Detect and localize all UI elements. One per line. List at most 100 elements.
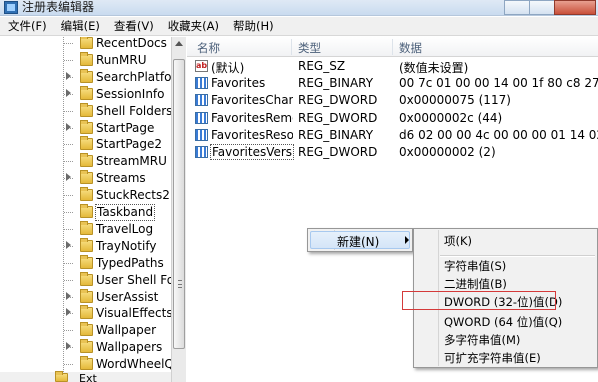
tree-connector [64, 262, 73, 264]
folder-icon [80, 305, 93, 320]
menu-edit[interactable]: 编辑(E) [53, 17, 106, 35]
tree-item[interactable]: Wallpaper [0, 322, 185, 339]
value-row[interactable]: FavoritesResol... REG_BINARY d6 02 00 00 4… [187, 127, 598, 144]
tree-item-label: Streams [96, 171, 146, 186]
tree-item-label: StuckRects2 [96, 188, 170, 203]
scroll-thumb[interactable] [173, 59, 185, 349]
value-data: d6 02 00 00 4c 00 00 00 01 14 02 00 00 0… [399, 127, 598, 142]
submenu-item-key[interactable]: 项(K) [444, 232, 472, 250]
tree-connector [64, 110, 73, 112]
submenu-item-qword[interactable]: QWORD (64 位)值(Q) [444, 313, 562, 331]
tree-item[interactable]: StartPage2 [0, 136, 185, 153]
column-header-data[interactable]: 数据 [399, 40, 422, 56]
maximize-button[interactable] [529, 0, 555, 15]
submenu-item-multi-string[interactable]: 多字符串值(M) [444, 331, 520, 349]
submenu-item-expandable-string[interactable]: 可扩充字符串值(E) [444, 349, 541, 367]
folder-icon [80, 237, 93, 252]
tree-item[interactable]: Taskband [0, 204, 185, 221]
tree-item[interactable]: UserAssist [0, 288, 185, 306]
tree-item[interactable]: TypedPaths [0, 254, 185, 272]
tree-connector [64, 364, 73, 366]
menu-favorites[interactable]: 收藏夹(A) [160, 17, 225, 35]
value-row[interactable]: FavoritesRemo... REG_DWORD 0x0000002c (44) [187, 110, 598, 127]
value-name: FavoritesResol... [211, 127, 293, 142]
value-row[interactable]: Favorites REG_BINARY 00 7c 01 00 00 14 00 … [187, 75, 598, 92]
expand-arrow-icon[interactable] [66, 122, 71, 131]
tree-connector [64, 279, 73, 281]
tree-item[interactable]: Shell Folders [0, 102, 185, 120]
tree-item-label: VisualEffects [96, 306, 173, 321]
expand-arrow-icon[interactable] [66, 71, 71, 80]
value-data: 0x0000002c (44) [399, 110, 503, 125]
expand-arrow-icon[interactable] [66, 88, 71, 97]
scroll-up-arrow-icon[interactable] [175, 41, 183, 46]
tree-connector [64, 195, 73, 197]
tree-item[interactable]: TrayNotify [0, 237, 185, 255]
tree-item-label: StreamMRU [96, 154, 167, 169]
column-divider[interactable] [392, 39, 393, 55]
list-header: 名称 类型 数据 [187, 37, 598, 57]
tree-item-label: TrayNotify [96, 238, 157, 253]
value-name: FavoritesRemo... [211, 110, 293, 125]
column-header-name[interactable]: 名称 [197, 40, 220, 56]
registry-tree[interactable]: RecentDocs RunMRU SearchPlatform SessionInf… [0, 37, 186, 382]
tree-item[interactable]: Streams [0, 170, 185, 187]
binary-value-icon [195, 94, 208, 107]
tree-item[interactable]: WordWheelQue [0, 356, 185, 373]
menu-item-label: 新建(N) [337, 235, 380, 249]
minimize-button[interactable] [504, 0, 530, 15]
grip-icon [178, 280, 182, 288]
menu-file[interactable]: 文件(F) [0, 17, 53, 35]
tree-item[interactable]: SessionInfo [0, 85, 185, 103]
tree-item[interactable]: StartPage [0, 119, 185, 137]
tree-item-label: Wallpapers [96, 340, 163, 355]
folder-icon [80, 51, 93, 66]
tree-item-label: Taskband [95, 204, 156, 221]
folder-icon [80, 119, 93, 134]
submenu-item-string[interactable]: 字符串值(S) [444, 257, 506, 275]
tree-item-label: StartPage [96, 120, 155, 135]
menu-item-new[interactable]: 新建(N) [310, 231, 410, 249]
expand-arrow-icon[interactable] [66, 308, 71, 317]
column-divider[interactable] [291, 39, 292, 55]
tree-item-label: Shell Folders [96, 103, 173, 118]
tree-item[interactable]: RecentDocs [0, 37, 185, 52]
value-name: (默认) [211, 61, 245, 75]
tree-item[interactable]: StuckRects2 [0, 187, 185, 204]
tree-connector [64, 59, 73, 61]
value-row[interactable]: FavoritesChan... REG_DWORD 0x00000075 (117… [187, 92, 598, 109]
value-row[interactable]: ab (默认) REG_SZ (数值未设置) [187, 58, 598, 75]
folder-icon [80, 288, 93, 303]
tree-vertical-scrollbar[interactable] [171, 37, 186, 382]
menu-bar: 文件(F) 编辑(E) 查看(V) 收藏夹(A) 帮助(H) [0, 17, 598, 36]
column-header-type[interactable]: 类型 [298, 40, 321, 56]
folder-icon [80, 356, 93, 371]
folder-icon [80, 68, 93, 83]
menu-help[interactable]: 帮助(H) [225, 17, 280, 35]
tree-item[interactable]: Wallpapers [0, 339, 185, 356]
tree-item[interactable]: TravelLog [0, 220, 185, 238]
tree-item[interactable]: StreamMRU [0, 153, 185, 170]
tree-item[interactable]: SearchPlatform [0, 68, 185, 86]
string-value-icon: ab [195, 60, 208, 72]
tree-connector [64, 212, 73, 213]
value-data: (数值未设置) [399, 61, 469, 75]
tree-item[interactable]: VisualEffects [0, 305, 185, 322]
close-button[interactable] [554, 0, 596, 15]
tree-item[interactable]: RunMRU [0, 51, 185, 69]
regedit-icon [4, 1, 18, 14]
folder-icon [55, 371, 68, 382]
expand-arrow-icon[interactable] [66, 240, 71, 249]
tree-connector [64, 161, 73, 163]
folder-icon [80, 85, 93, 100]
expand-arrow-icon[interactable] [66, 342, 71, 351]
menu-view[interactable]: 查看(V) [106, 17, 160, 35]
tree-item[interactable]: User Shell Folde [0, 271, 185, 289]
value-name: FavoritesVersion [210, 144, 294, 160]
expand-arrow-icon[interactable] [66, 291, 71, 300]
folder-icon [80, 102, 93, 117]
expand-arrow-icon[interactable] [66, 173, 71, 182]
tree-item-label: TravelLog [96, 221, 154, 236]
value-row[interactable]: FavoritesVersion REG_DWORD 0x00000002 (2) [187, 144, 598, 161]
context-menu: 新建(N) [307, 228, 413, 252]
